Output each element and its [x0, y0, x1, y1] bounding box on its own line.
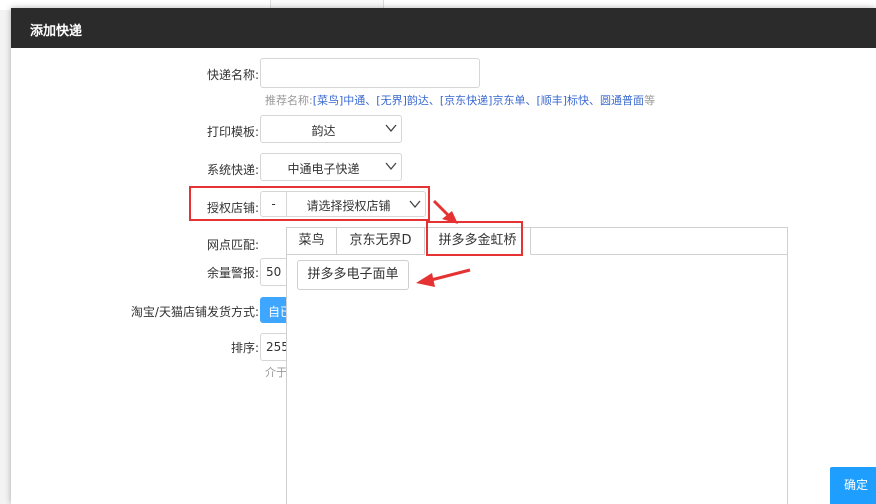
- add-express-dialog: 添加快递 快递名称: 推荐名称:[菜鸟]中通、[无界]韵达、[京东快递]京东单、…: [11, 8, 876, 504]
- confirm-button-label: 确定: [844, 478, 869, 492]
- arrow-left-icon: [416, 268, 471, 287]
- confirm-button[interactable]: 确定: [830, 467, 876, 504]
- annotation-arrows: [416, 199, 471, 287]
- arrow-down-right-icon: [432, 199, 458, 224]
